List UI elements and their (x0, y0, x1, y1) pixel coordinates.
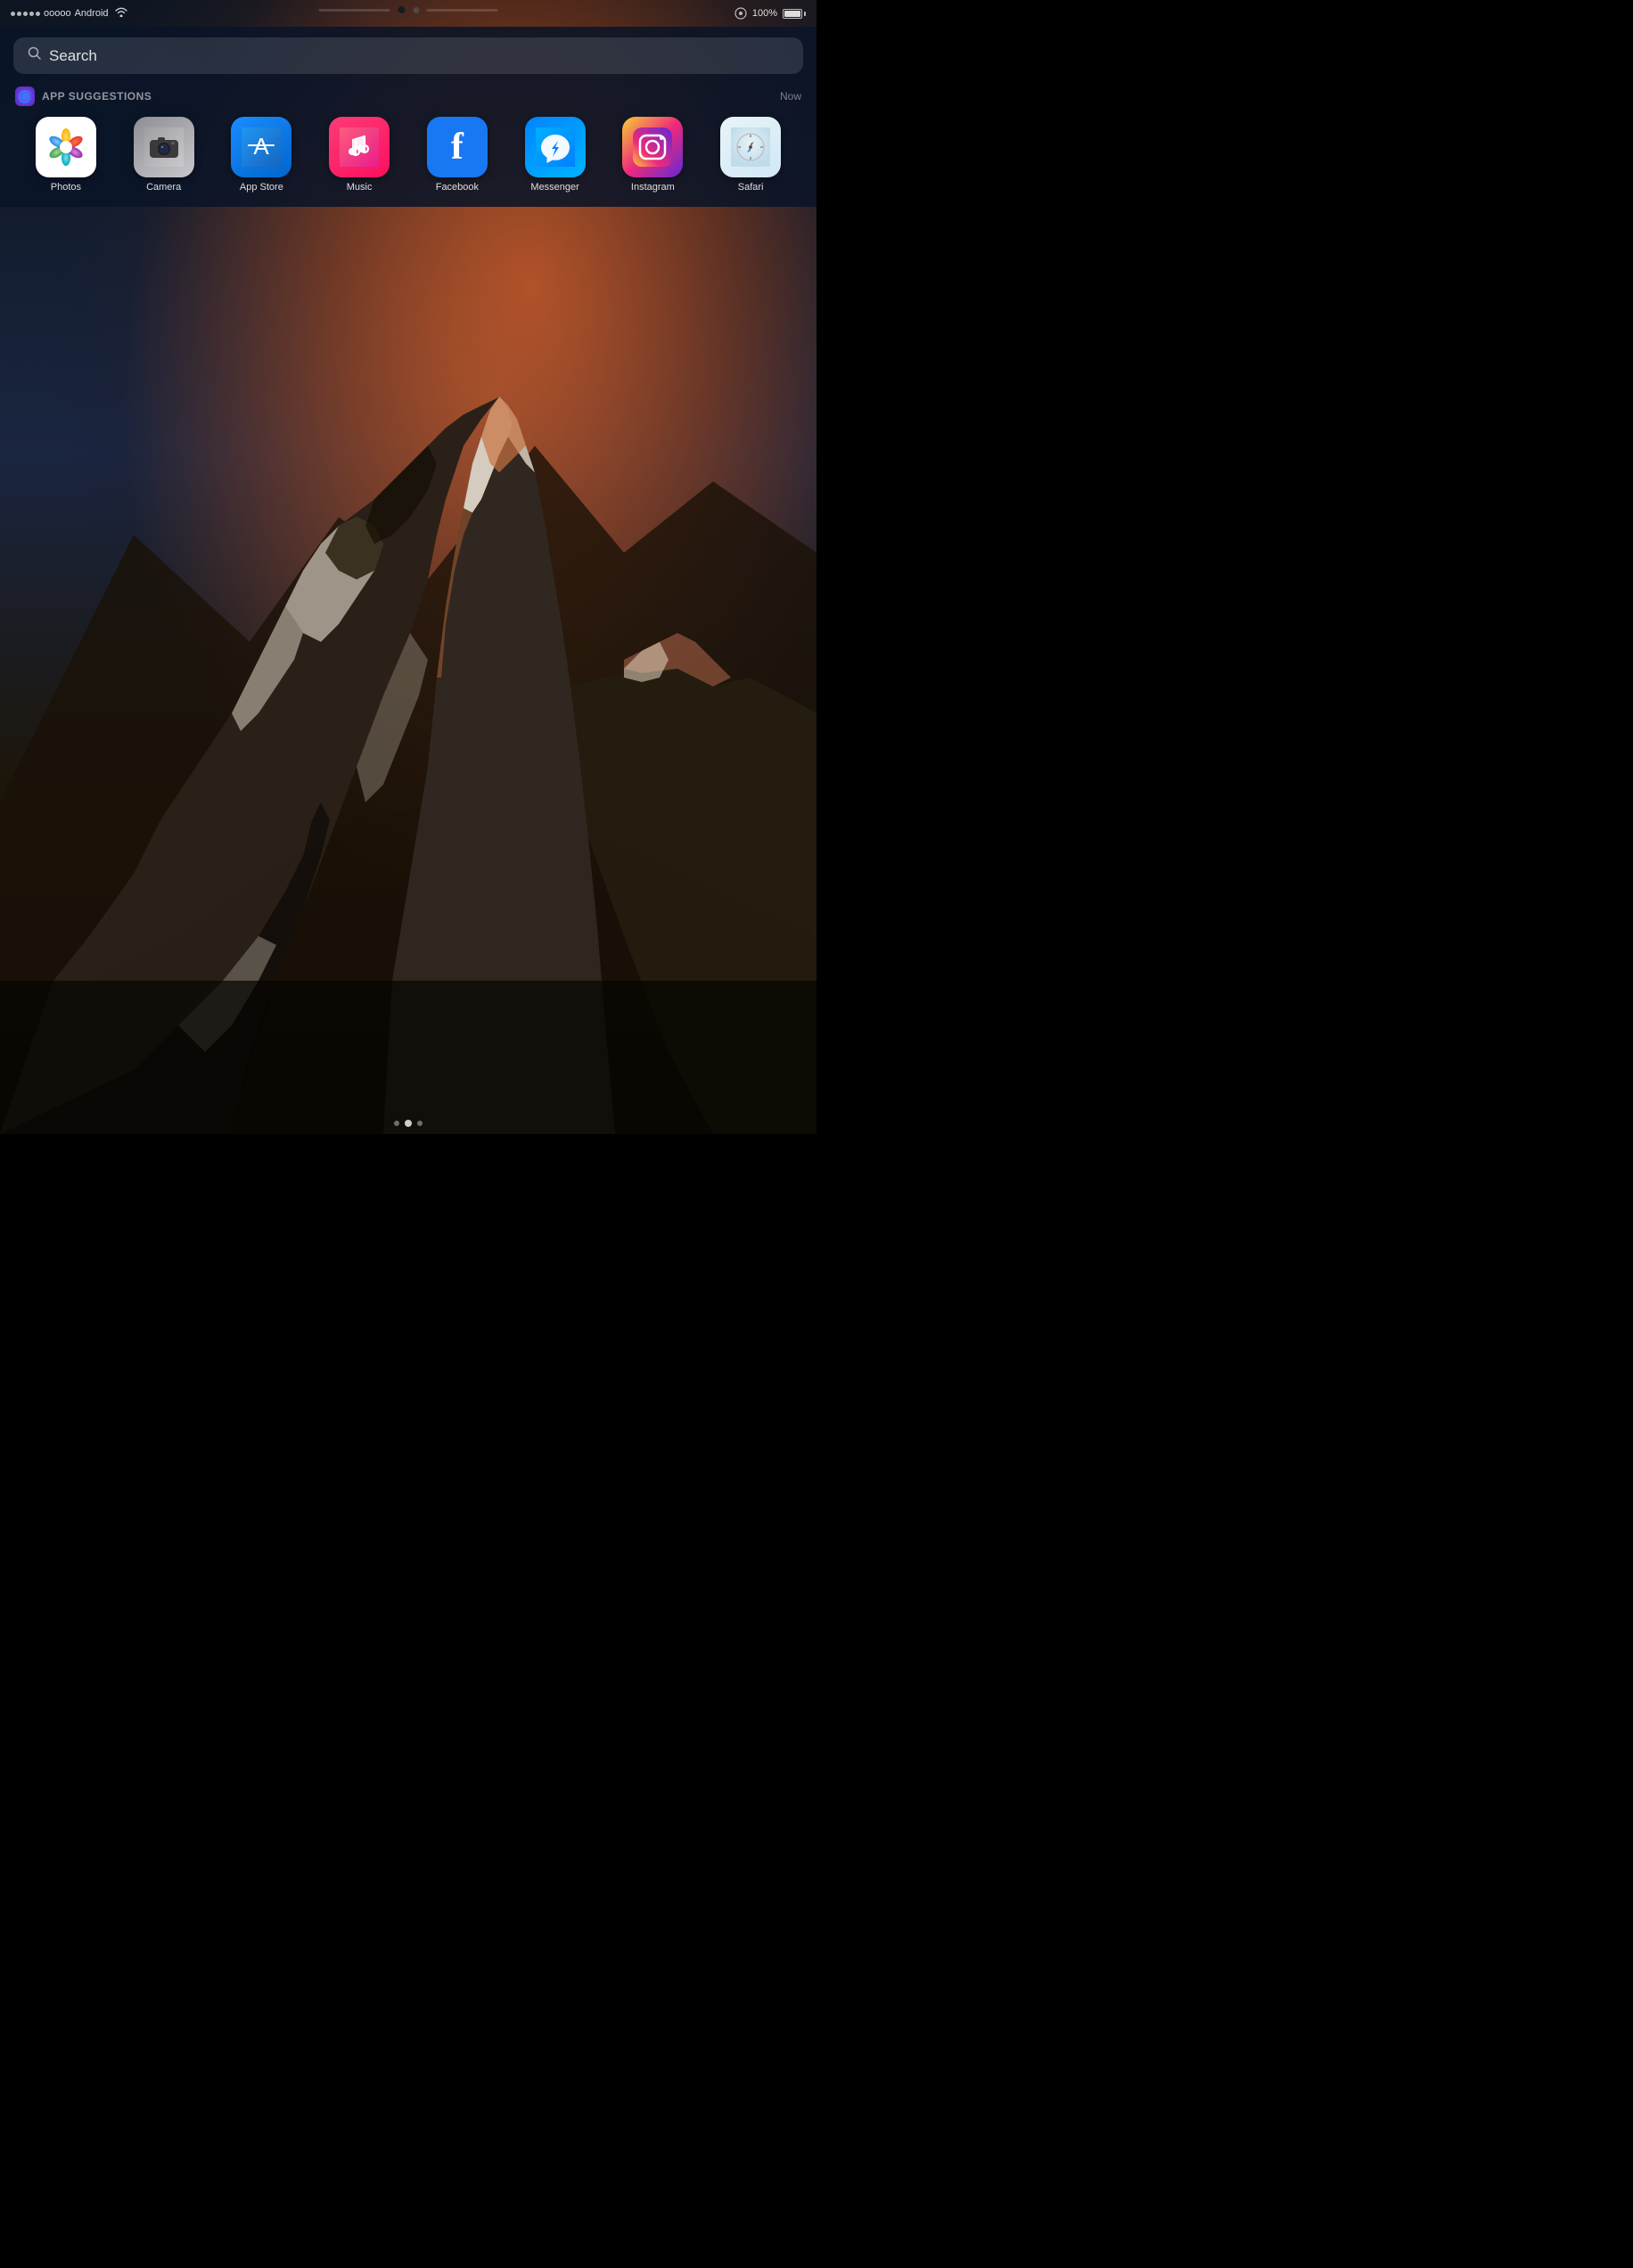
wifi-icon (115, 5, 127, 21)
signal-dot-1 (11, 12, 15, 16)
app-label-messenger: Messenger (530, 182, 579, 193)
app-safari[interactable]: Safari (710, 117, 791, 193)
battery-icon (783, 9, 806, 19)
battery-fill (784, 11, 800, 17)
app-camera[interactable]: Camera (124, 117, 204, 193)
page-dot-3 (417, 1121, 423, 1126)
app-instagram[interactable]: Instagram (612, 117, 693, 193)
suggestions-icon: 🌀 (15, 86, 35, 106)
battery-percent: 100% (752, 8, 777, 19)
signal-dot-4 (29, 12, 34, 16)
search-placeholder: Search (49, 47, 97, 65)
suggestions-time: Now (780, 90, 801, 103)
top-sensor-bar (319, 0, 498, 14)
svg-text:🌀: 🌀 (18, 89, 32, 103)
status-right: 100% (734, 7, 806, 20)
app-messenger[interactable]: Messenger (515, 117, 595, 193)
app-facebook[interactable]: f Facebook (417, 117, 497, 193)
battery-body (783, 9, 802, 19)
suggestions-header: 🌀 APP SUGGESTIONS Now (13, 86, 803, 106)
page-dot-1 (394, 1121, 399, 1126)
app-label-facebook: Facebook (436, 182, 479, 193)
home-indicator (394, 1120, 423, 1127)
search-icon (28, 46, 42, 65)
app-label-instagram: Instagram (631, 182, 675, 193)
page-dot-2 (405, 1120, 412, 1127)
suggestions-label: APP SUGGESTIONS (42, 90, 152, 103)
app-icon-photos (36, 117, 96, 177)
search-bar[interactable]: Search (13, 37, 803, 74)
app-appstore[interactable]: A App Store (221, 117, 301, 193)
battery-tip (804, 12, 806, 16)
app-icon-messenger (525, 117, 586, 177)
app-music[interactable]: Music (319, 117, 399, 193)
signal-dot-3 (23, 12, 28, 16)
suggestions-left: 🌀 APP SUGGESTIONS (15, 86, 152, 106)
app-icon-camera (134, 117, 194, 177)
app-icon-safari (720, 117, 781, 177)
spotlight-panel: Search 🌀 APP SUGGESTIONS Now (0, 27, 816, 207)
app-photos[interactable]: Photos (26, 117, 106, 193)
app-icon-instagram (622, 117, 683, 177)
signal-dots (11, 12, 40, 16)
app-icon-facebook: f (427, 117, 488, 177)
carrier-text: ooooo (44, 8, 71, 19)
signal-dot-2 (17, 12, 21, 16)
front-camera (398, 5, 406, 14)
app-icon-appstore: A (231, 117, 291, 177)
sensor-line-left (319, 9, 390, 12)
location-icon (734, 7, 747, 20)
status-left: ooooo Android (11, 5, 127, 21)
sensor-line-right (427, 9, 498, 12)
app-label-music: Music (347, 182, 373, 193)
apps-row: Photos (13, 117, 803, 193)
sensor-dot (414, 7, 420, 13)
app-label-photos: Photos (51, 182, 81, 193)
network-text: Android (75, 8, 109, 19)
app-label-appstore: App Store (240, 182, 283, 193)
app-icon-music (329, 117, 390, 177)
app-label-safari: Safari (738, 182, 764, 193)
app-label-camera: Camera (146, 182, 181, 193)
signal-dot-5 (36, 12, 40, 16)
